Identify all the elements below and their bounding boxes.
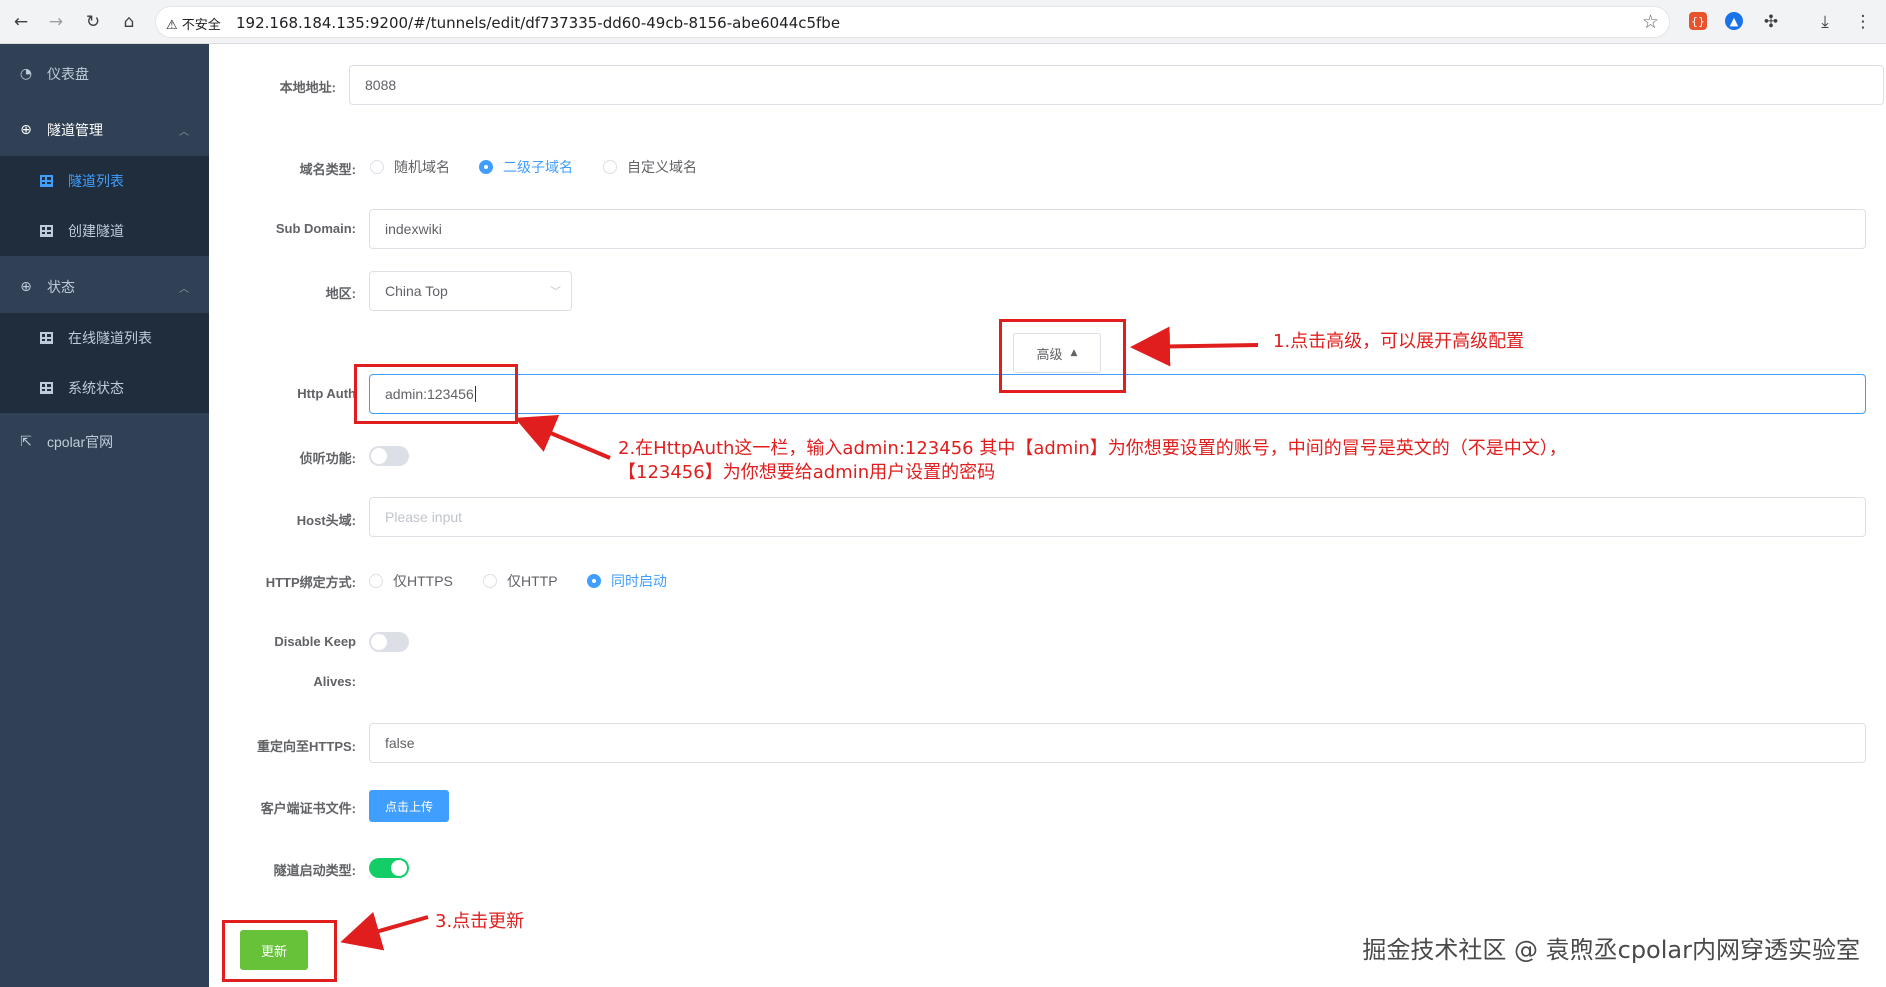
arrow-to-http-auth (514, 414, 611, 460)
annotation-note-2-line1: 2.在HttpAuth这一栏，输入admin:123456 其中【admin】为… (618, 438, 1567, 459)
annotation-arrows (340, 326, 1259, 951)
arrow-to-advanced (1130, 326, 1259, 367)
arrow-to-update (340, 911, 429, 951)
annotation-note-2-line2: 【123456】为你想要给admin用户设置的密码 (618, 462, 996, 483)
watermark: 掘金技术社区 @ 袁煦丞cpolar内网穿透实验室 (1362, 936, 1860, 964)
annotation-note-1: 1.点击高级，可以展开高级配置 (1273, 331, 1525, 352)
annotation-note-3: 3.点击更新 (435, 911, 525, 932)
